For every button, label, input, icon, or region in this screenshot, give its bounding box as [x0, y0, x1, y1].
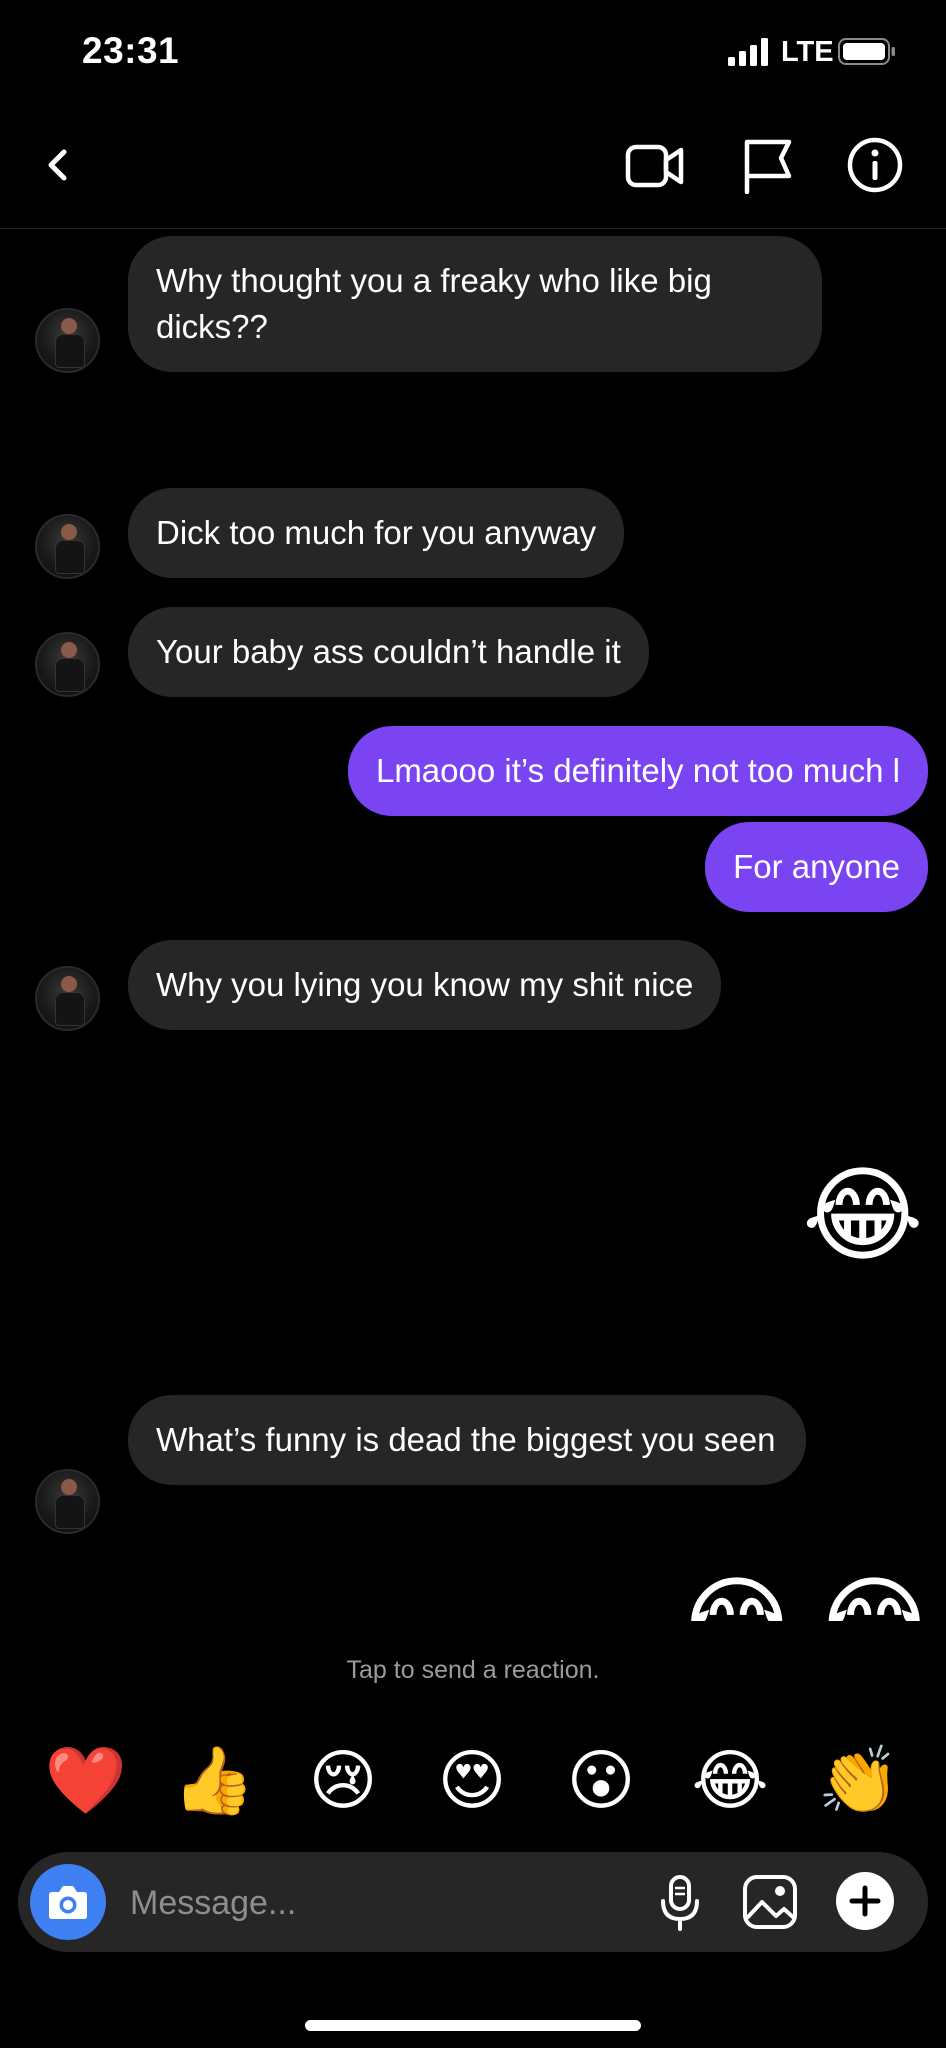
reaction-thumbs-up[interactable]: 👍 [169, 1740, 259, 1820]
status-bar: 23:31 LTE [0, 0, 946, 100]
microphone-icon[interactable] [660, 1874, 700, 1932]
contact-avatar[interactable] [35, 1469, 100, 1534]
contact-avatar[interactable] [35, 632, 100, 697]
outgoing-message[interactable]: For anyone [705, 822, 928, 912]
battery-icon [838, 38, 895, 65]
reaction-heart-eyes[interactable]: 😍 [427, 1740, 517, 1820]
status-time: 23:31 [82, 30, 180, 71]
home-indicator[interactable] [305, 2020, 641, 2031]
camera-icon [49, 1886, 87, 1919]
incoming-message[interactable]: Why you lying you know my shit nice [128, 940, 722, 1030]
reaction-crying[interactable]: 😢 [298, 1740, 388, 1820]
info-icon[interactable] [846, 136, 904, 194]
outgoing-emoji-message[interactable]: 😂😂 [676, 1571, 946, 1621]
video-call-icon[interactable] [625, 138, 685, 194]
gallery-icon[interactable] [742, 1874, 798, 1930]
reaction-surprised[interactable]: 😮 [556, 1740, 646, 1820]
reaction-heart[interactable]: ❤️ [41, 1740, 131, 1820]
incoming-message[interactable]: Dick too much for you anyway [128, 488, 625, 578]
chat-header [0, 100, 946, 229]
report-flag-icon[interactable] [741, 136, 795, 194]
outgoing-message[interactable]: Lmaooo it’s definitely not too much l [347, 726, 928, 816]
plus-icon [849, 1885, 881, 1917]
message-thread[interactable]: Why thought you a freaky who like big di… [0, 229, 946, 1621]
contact-avatar[interactable] [35, 966, 100, 1031]
contact-avatar[interactable] [35, 514, 100, 579]
incoming-message[interactable]: Why thought you a freaky who like big di… [128, 236, 822, 372]
network-type: LTE [781, 36, 834, 68]
camera-button[interactable] [30, 1864, 106, 1940]
contact-avatar[interactable] [35, 308, 100, 373]
message-composer [18, 1852, 928, 1952]
incoming-message[interactable]: What’s funny is dead the biggest you see… [128, 1395, 806, 1485]
message-input[interactable] [128, 1874, 652, 1932]
back-chevron-icon[interactable] [38, 140, 78, 190]
outgoing-emoji-message[interactable]: 😂 [802, 1161, 924, 1271]
incoming-message[interactable]: Your baby ass couldn’t handle it [128, 607, 649, 697]
reaction-hint: Tap to send a reaction. [346, 1656, 600, 1684]
reaction-clapping[interactable]: 👏 [814, 1740, 904, 1820]
quick-reactions-bar: ❤️ 👍 😢 😍 😮 😂 👏 [0, 1740, 946, 1820]
cellular-signal-icon [728, 38, 768, 66]
reaction-laughing[interactable]: 😂 [685, 1740, 775, 1820]
more-options-button[interactable] [836, 1872, 894, 1930]
